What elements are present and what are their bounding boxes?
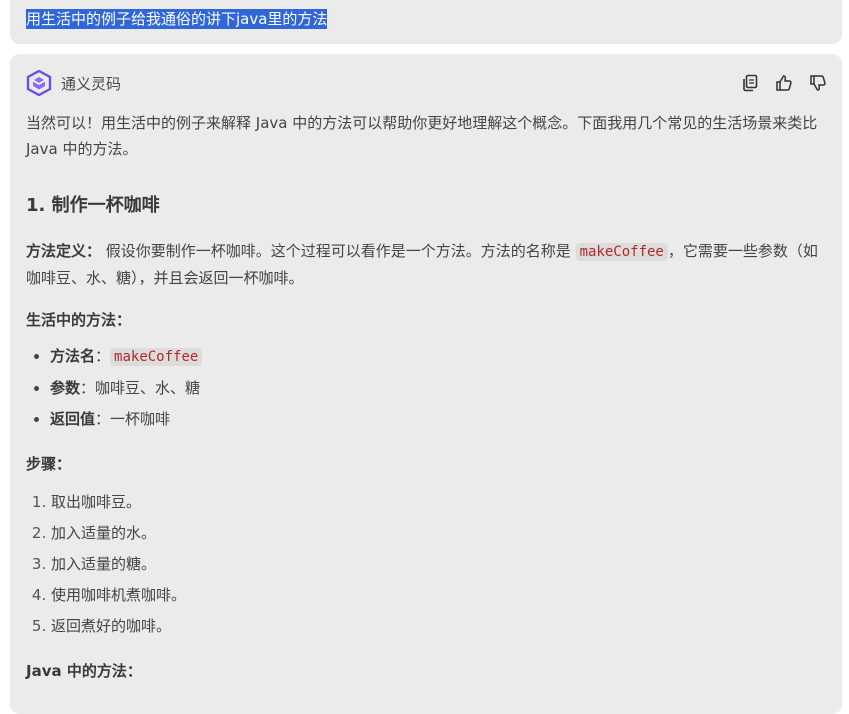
assistant-response-card: 通义灵码 当然可以！用生活中的例子来解释 Java 中的方法可以帮助你更好地理解… [10,54,842,714]
list-item-separator: ： [80,379,96,397]
inline-code: makeCoffee [575,243,668,261]
list-item-separator: ： [95,347,111,365]
steps-label: 步骤： [26,455,72,473]
list-item: 使用咖啡机煮咖啡。 [51,580,822,611]
java-method-label: Java 中的方法： [26,662,142,680]
method-properties-list: 方法名：makeCoffee 参数：咖啡豆、水、糖 返回值：一杯咖啡 [26,341,822,435]
life-method-label: 生活中的方法： [26,311,132,329]
list-item-text: 一杯咖啡 [110,410,171,428]
definition-text-before: 假设你要制作一杯咖啡。这个过程可以看作是一个方法。方法的名称是 [101,242,576,260]
definition-label: 方法定义： [26,242,102,260]
list-item-label: 参数 [50,379,81,397]
list-item: 返回煮好的咖啡。 [51,611,822,642]
intro-paragraph: 当然可以！用生活中的例子来解释 Java 中的方法可以帮助你更好地理解这个概念。… [26,114,818,158]
user-message-text[interactable]: 用生活中的例子给我通俗的讲下java里的方法 [26,9,328,29]
thumbs-down-icon[interactable] [808,73,828,93]
user-message-bubble: 用生活中的例子给我通俗的讲下java里的方法 [10,0,842,44]
list-item-text: 咖啡豆、水、糖 [95,379,201,397]
list-item: 参数：咖啡豆、水、糖 [50,373,822,404]
response-actions [740,73,828,93]
section-title: 1. 制作一杯咖啡 [26,195,160,216]
inline-code: makeCoffee [110,348,203,366]
list-item: 返回值：一杯咖啡 [50,404,822,435]
list-item: 方法名：makeCoffee [50,341,822,373]
tongyi-logo-icon [26,69,52,97]
list-item: 取出咖啡豆。 [51,487,822,518]
thumbs-up-icon[interactable] [774,73,794,93]
list-item-label: 返回值 [50,410,96,428]
list-item: 加入适量的水。 [51,518,822,549]
steps-list: 取出咖啡豆。 加入适量的水。 加入适量的糖。 使用咖啡机煮咖啡。 返回煮好的咖啡… [26,487,822,642]
list-item: 加入适量的糖。 [51,549,822,580]
response-content: 当然可以！用生活中的例子来解释 Java 中的方法可以帮助你更好地理解这个概念。… [26,110,822,684]
list-item-separator: ： [95,410,111,428]
method-definition-paragraph: 方法定义： 假设你要制作一杯咖啡。这个过程可以看作是一个方法。方法的名称是 ma… [26,238,822,291]
list-item-label: 方法名 [50,347,96,365]
copy-icon[interactable] [740,73,760,93]
assistant-name: 通义灵码 [61,74,122,93]
assistant-header: 通义灵码 [26,69,122,97]
